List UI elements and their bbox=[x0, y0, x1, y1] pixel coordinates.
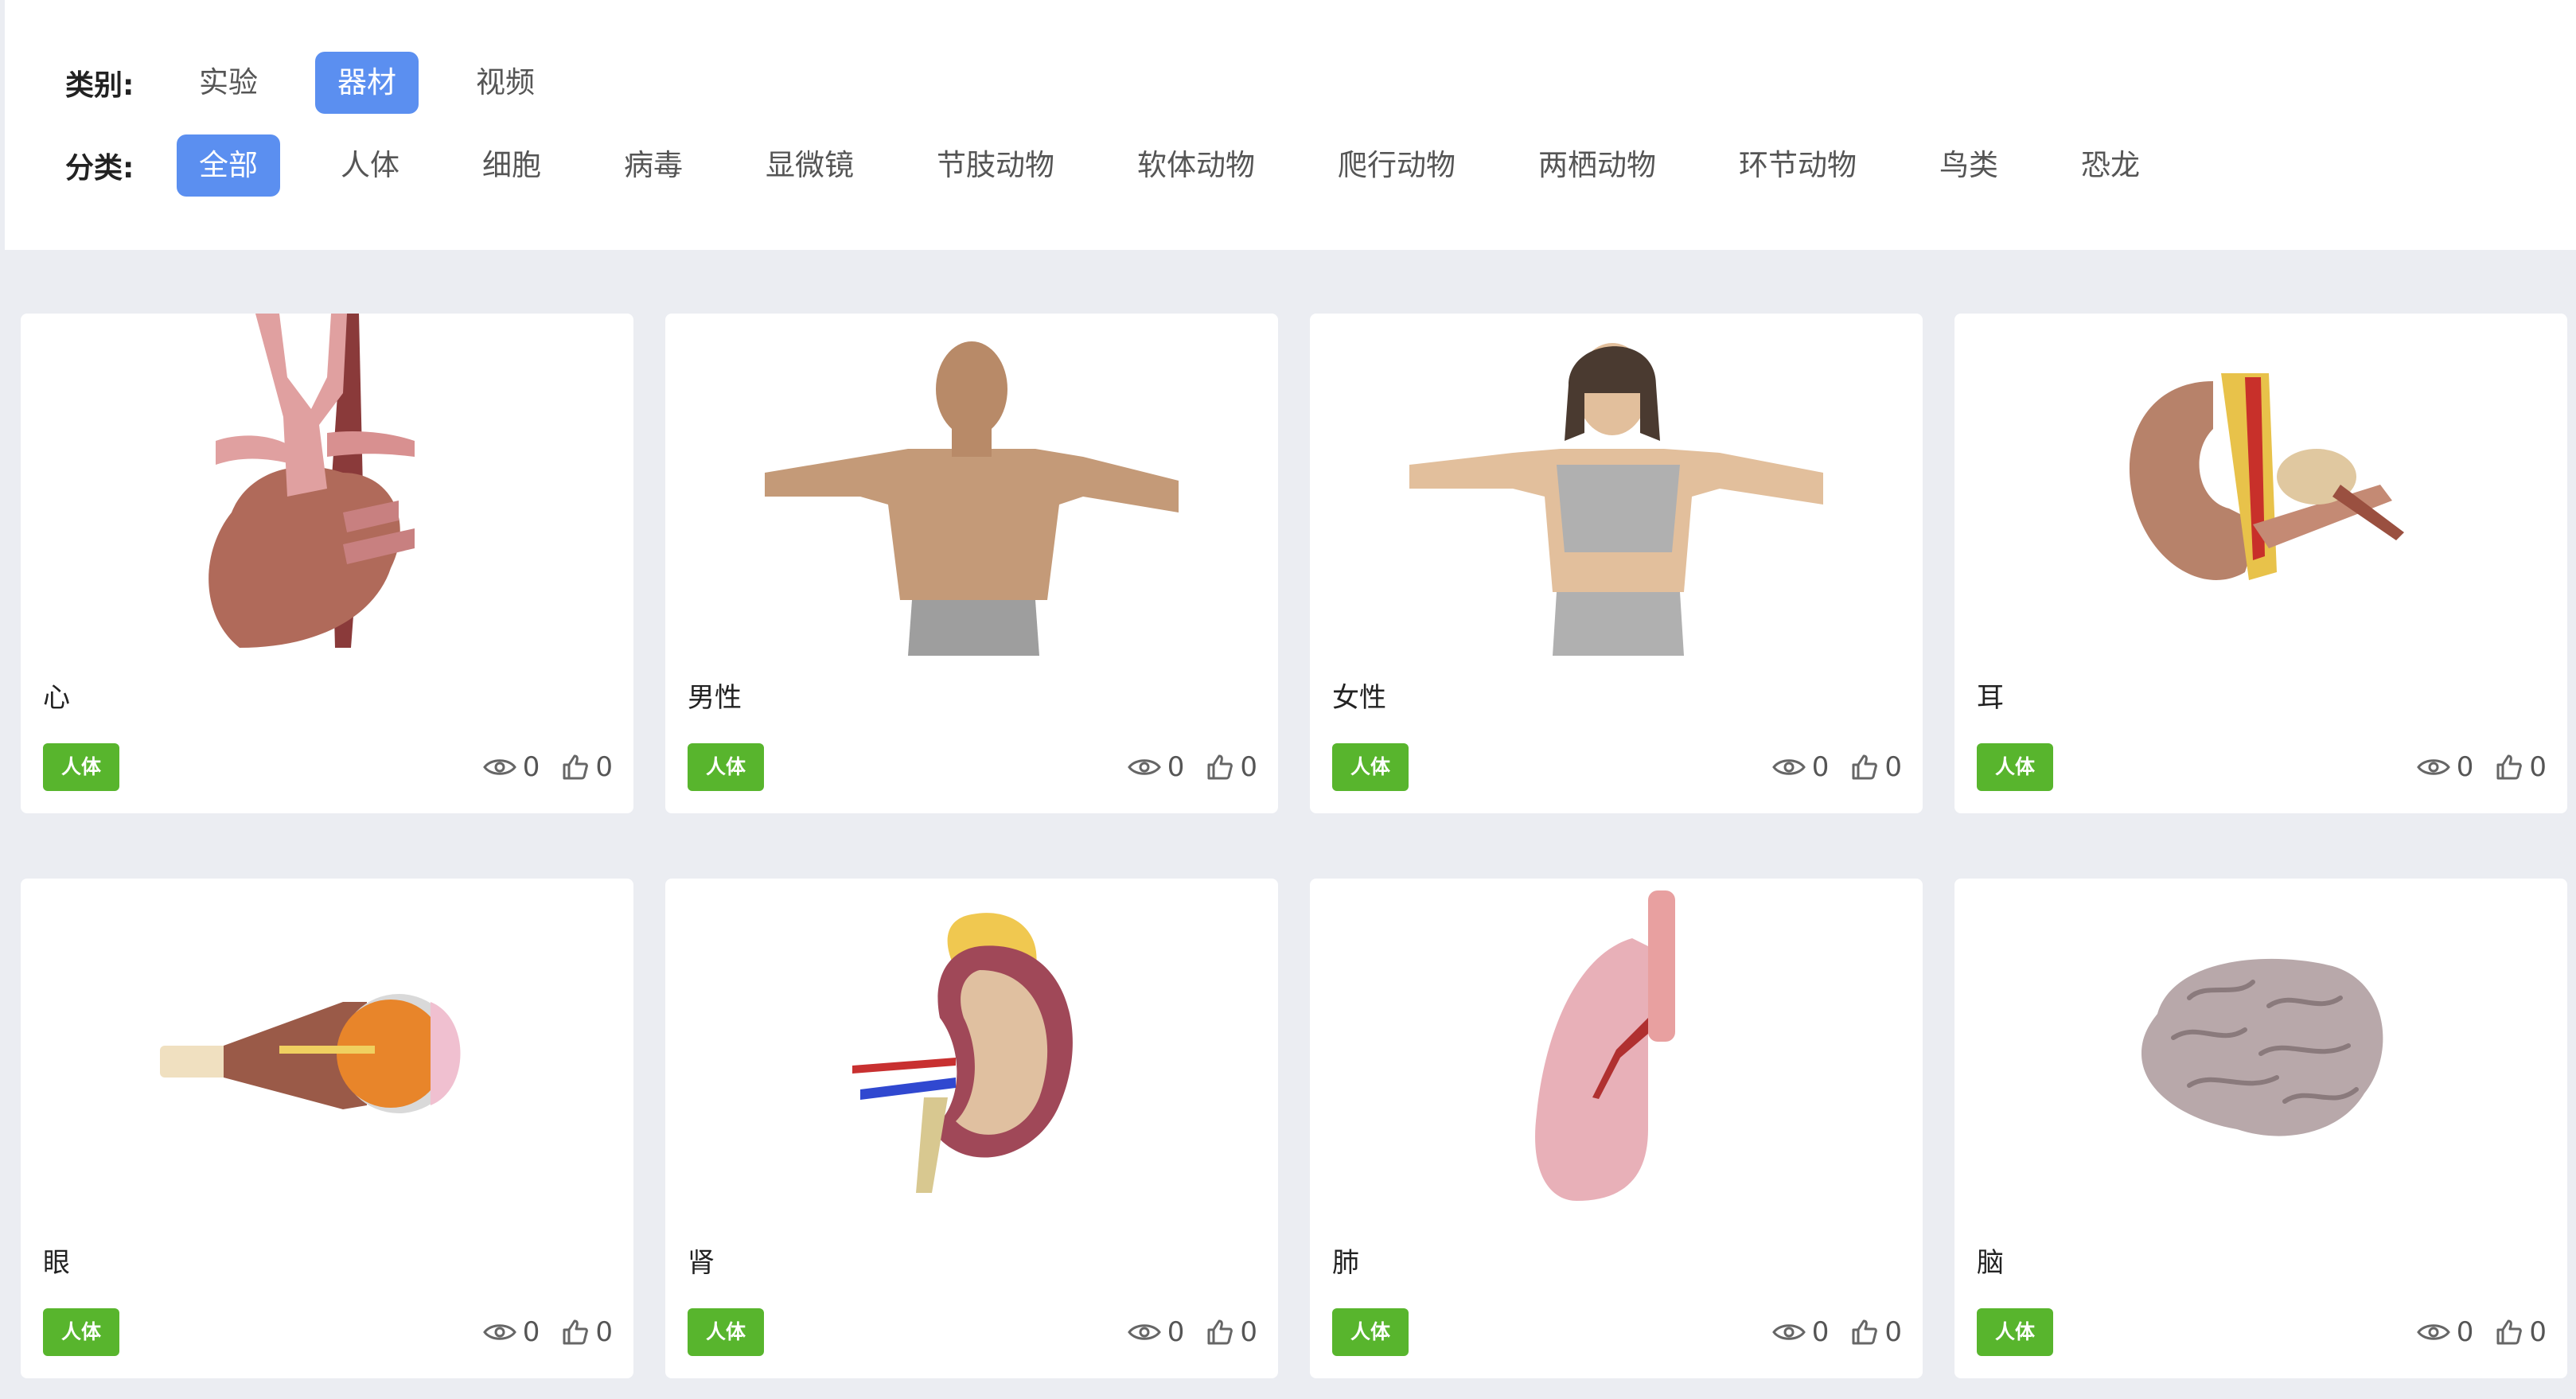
thumbs-up-icon bbox=[1852, 754, 1878, 780]
card-stats: 0 0 bbox=[2416, 743, 2547, 791]
card-title: 眼 bbox=[43, 1247, 70, 1279]
card-title: 肺 bbox=[1332, 1247, 1359, 1279]
thumbs-up-icon bbox=[563, 1319, 589, 1345]
type-option-video[interactable]: 视频 bbox=[454, 52, 557, 114]
category-option-mollusk[interactable]: 软体动物 bbox=[1115, 134, 1277, 197]
thumbs-up-icon bbox=[2496, 1319, 2523, 1345]
card-title: 女性 bbox=[1332, 682, 1386, 714]
filter-panel: 类别: 实验 器材 视频 分类: 全部 人体 细胞 病毒 显微镜 节肢动物 软体… bbox=[5, 0, 2576, 250]
category-filter-row: 分类: 全部 人体 细胞 病毒 显微镜 节肢动物 软体动物 爬行动物 两栖动物 … bbox=[65, 134, 2200, 197]
card-stats: 0 0 bbox=[2416, 1308, 2547, 1356]
thumbs-up-icon bbox=[563, 754, 589, 780]
eye-icon bbox=[482, 759, 516, 775]
category-option-bird[interactable]: 鸟类 bbox=[1917, 134, 2021, 197]
card-stats: 0 0 bbox=[1127, 743, 1257, 791]
category-tag: 人体 bbox=[1977, 1308, 2053, 1356]
card-stats: 0 0 bbox=[1771, 743, 1902, 791]
eye-icon bbox=[1127, 759, 1161, 775]
view-count: 0 bbox=[1811, 751, 1830, 783]
card-title: 男性 bbox=[688, 682, 742, 714]
view-count: 0 bbox=[2456, 1316, 2474, 1348]
eye-icon bbox=[2416, 759, 2450, 775]
model-card-brain[interactable]: 脑 人体 0 0 bbox=[1954, 879, 2567, 1378]
category-tag: 人体 bbox=[1977, 743, 2053, 791]
card-title: 心 bbox=[43, 682, 70, 714]
model-card-heart[interactable]: 心 人体 0 0 bbox=[21, 314, 633, 813]
category-tag: 人体 bbox=[688, 1308, 764, 1356]
category-tag: 人体 bbox=[43, 743, 119, 791]
view-count: 0 bbox=[2456, 751, 2474, 783]
category-tag: 人体 bbox=[1332, 743, 1409, 791]
kidney-model-image bbox=[665, 879, 1278, 1221]
category-option-virus[interactable]: 病毒 bbox=[602, 134, 705, 197]
view-count: 0 bbox=[1167, 1316, 1185, 1348]
male-model-image bbox=[665, 314, 1278, 656]
type-option-equipment[interactable]: 器材 bbox=[315, 52, 419, 114]
lung-model-image bbox=[1310, 879, 1923, 1221]
like-count: 0 bbox=[2529, 1316, 2547, 1348]
model-card-ear[interactable]: 耳 人体 0 0 bbox=[1954, 314, 2567, 813]
category-option-microscope[interactable]: 显微镜 bbox=[743, 134, 876, 197]
model-card-male[interactable]: 男性 人体 0 0 bbox=[665, 314, 1278, 813]
category-option-reptile[interactable]: 爬行动物 bbox=[1315, 134, 1478, 197]
type-filter-row: 类别: 实验 器材 视频 bbox=[65, 51, 592, 115]
like-count: 0 bbox=[1884, 751, 1902, 783]
card-title: 耳 bbox=[1977, 682, 2004, 714]
view-count: 0 bbox=[1167, 751, 1185, 783]
brain-model-image bbox=[1954, 879, 2567, 1221]
category-option-dinosaur[interactable]: 恐龙 bbox=[2059, 134, 2162, 197]
thumbs-up-icon bbox=[1207, 754, 1233, 780]
card-stats: 0 0 bbox=[482, 743, 613, 791]
category-option-all[interactable]: 全部 bbox=[177, 134, 280, 197]
like-count: 0 bbox=[1884, 1316, 1902, 1348]
model-card-lung[interactable]: 肺 人体 0 0 bbox=[1310, 879, 1923, 1378]
eye-icon bbox=[482, 1324, 516, 1340]
like-count: 0 bbox=[1240, 751, 1257, 783]
view-count: 0 bbox=[1811, 1316, 1830, 1348]
thumbs-up-icon bbox=[1207, 1319, 1233, 1345]
card-title: 脑 bbox=[1977, 1247, 2004, 1279]
eye-icon bbox=[2416, 1324, 2450, 1340]
like-count: 0 bbox=[1240, 1316, 1257, 1348]
eye-model-image bbox=[21, 879, 633, 1221]
thumbs-up-icon bbox=[2496, 754, 2523, 780]
heart-model-image bbox=[21, 314, 633, 656]
eye-icon bbox=[1771, 759, 1806, 775]
eye-icon bbox=[1771, 1324, 1806, 1340]
category-filter-label: 分类: bbox=[65, 152, 134, 185]
category-option-arthropod[interactable]: 节肢动物 bbox=[914, 134, 1077, 197]
like-count: 0 bbox=[2529, 751, 2547, 783]
category-tag: 人体 bbox=[688, 743, 764, 791]
model-card-eye[interactable]: 眼 人体 0 0 bbox=[21, 879, 633, 1378]
female-model-image bbox=[1310, 314, 1923, 656]
category-tag: 人体 bbox=[43, 1308, 119, 1356]
model-card-female[interactable]: 女性 人体 0 0 bbox=[1310, 314, 1923, 813]
like-count: 0 bbox=[595, 751, 613, 783]
thumbs-up-icon bbox=[1852, 1319, 1878, 1345]
view-count: 0 bbox=[522, 1316, 540, 1348]
card-stats: 0 0 bbox=[1127, 1308, 1257, 1356]
type-option-experiment[interactable]: 实验 bbox=[177, 52, 280, 114]
category-tag: 人体 bbox=[1332, 1308, 1409, 1356]
card-stats: 0 0 bbox=[482, 1308, 613, 1356]
eye-icon bbox=[1127, 1324, 1161, 1340]
ear-model-image bbox=[1954, 314, 2567, 656]
like-count: 0 bbox=[595, 1316, 613, 1348]
category-option-human-body[interactable]: 人体 bbox=[318, 134, 422, 197]
view-count: 0 bbox=[522, 751, 540, 783]
category-option-cell[interactable]: 细胞 bbox=[460, 134, 563, 197]
type-filter-label: 类别: bbox=[65, 69, 134, 102]
card-stats: 0 0 bbox=[1771, 1308, 1902, 1356]
model-card-kidney[interactable]: 肾 人体 0 0 bbox=[665, 879, 1278, 1378]
category-option-amphibian[interactable]: 两栖动物 bbox=[1516, 134, 1678, 197]
card-title: 肾 bbox=[688, 1247, 715, 1279]
category-option-annelid[interactable]: 环节动物 bbox=[1717, 134, 1879, 197]
